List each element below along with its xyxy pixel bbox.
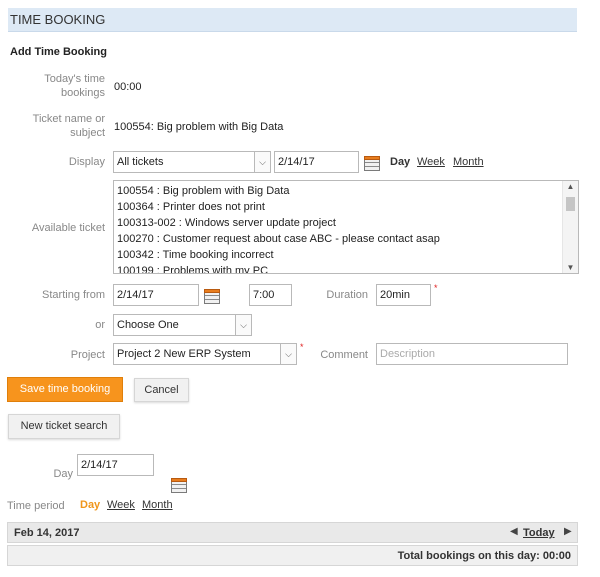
required-marker: * xyxy=(434,283,438,293)
calendar-icon[interactable] xyxy=(204,289,220,304)
list-item[interactable]: 100313-002 : Windows server update proje… xyxy=(114,215,578,231)
comment-input[interactable]: Description xyxy=(376,343,568,365)
display-month-link[interactable]: Month xyxy=(453,156,484,168)
next-day-icon[interactable]: ▶ xyxy=(564,526,572,537)
required-marker: * xyxy=(300,342,304,352)
ticket-name-value: 100554: Big problem with Big Data xyxy=(114,121,284,133)
list-item[interactable]: 100364 : Printer does not print xyxy=(114,199,578,215)
project-label: Project xyxy=(70,349,105,361)
display-select-value: All tickets xyxy=(117,156,164,168)
day-filter-input[interactable]: 2/14/17 xyxy=(77,454,154,476)
duration-input[interactable]: 20min xyxy=(376,284,431,306)
scroll-down-icon[interactable]: ▼ xyxy=(563,263,578,272)
chevron-down-icon: ⌵ xyxy=(254,152,270,172)
list-item[interactable]: 100342 : Time booking incorrect xyxy=(114,247,578,263)
display-week-link[interactable]: Week xyxy=(417,156,445,168)
total-bookings-text: Total bookings on this day: 00:00 xyxy=(397,550,571,562)
section-title: Add Time Booking xyxy=(10,46,107,58)
project-select-value: Project 2 New ERP System xyxy=(117,348,251,360)
chevron-down-icon: ⌵ xyxy=(280,344,296,364)
scroll-thumb[interactable] xyxy=(566,197,575,211)
day-filter-label: Day xyxy=(53,468,73,480)
or-label: or xyxy=(95,319,105,331)
calendar-icon[interactable] xyxy=(171,478,187,493)
time-period-label: Time period xyxy=(7,500,65,512)
list-item[interactable]: 100554 : Big problem with Big Data xyxy=(114,183,578,199)
scroll-up-icon[interactable]: ▲ xyxy=(563,182,578,191)
available-ticket-list[interactable]: 100554 : Big problem with Big Data 10036… xyxy=(113,180,579,274)
prev-day-icon[interactable]: ◀ xyxy=(510,526,518,537)
page-header: TIME BOOKING xyxy=(8,8,577,32)
time-period-month-link[interactable]: Month xyxy=(142,499,173,511)
ticket-name-label: Ticket name or subject xyxy=(8,112,105,140)
time-period-week-link[interactable]: Week xyxy=(107,499,135,511)
day-table-header: Feb 14, 2017 ◀ Today ▶ xyxy=(7,522,578,543)
ticket-label-line2: subject xyxy=(70,127,105,139)
duration-label: Duration xyxy=(326,289,368,301)
start-time-input[interactable]: 7:00 xyxy=(249,284,292,306)
todays-bookings-label: Today's time bookings xyxy=(8,72,105,100)
time-period-day-link[interactable]: Day xyxy=(80,499,100,511)
save-time-booking-button[interactable]: Save time booking xyxy=(7,377,123,402)
display-label: Display xyxy=(68,156,105,168)
choose-one-select[interactable]: Choose One ⌵ xyxy=(113,314,252,336)
todays-bookings-label-line2: bookings xyxy=(60,87,105,99)
todays-bookings-value: 00:00 xyxy=(114,81,142,93)
page-title: TIME BOOKING xyxy=(10,12,106,27)
list-scrollbar[interactable]: ▲ ▼ xyxy=(562,181,578,273)
ticket-label-line1: Ticket name or xyxy=(32,113,105,125)
start-date-input[interactable]: 2/14/17 xyxy=(113,284,199,306)
list-item[interactable]: 100270 : Customer request about case ABC… xyxy=(114,231,578,247)
day-table-footer: Total bookings on this day: 00:00 xyxy=(7,545,578,566)
available-ticket-label: Available ticket xyxy=(31,222,105,234)
calendar-icon[interactable] xyxy=(364,156,380,171)
comment-label: Comment xyxy=(320,349,368,361)
display-select[interactable]: All tickets ⌵ xyxy=(113,151,271,173)
day-table-date: Feb 14, 2017 xyxy=(14,527,80,539)
display-date-input[interactable]: 2/14/17 xyxy=(274,151,359,173)
new-ticket-search-button[interactable]: New ticket search xyxy=(8,414,120,439)
display-day-label[interactable]: Day xyxy=(390,156,410,168)
project-select[interactable]: Project 2 New ERP System ⌵ xyxy=(113,343,297,365)
chevron-down-icon: ⌵ xyxy=(235,315,251,335)
choose-one-value: Choose One xyxy=(117,319,179,331)
starting-from-label: Starting from xyxy=(42,289,105,301)
todays-bookings-label-line1: Today's time xyxy=(44,73,105,85)
cancel-button[interactable]: Cancel xyxy=(134,378,189,402)
today-link[interactable]: Today xyxy=(523,527,555,539)
list-item[interactable]: 100199 : Problems with my PC xyxy=(114,263,578,273)
